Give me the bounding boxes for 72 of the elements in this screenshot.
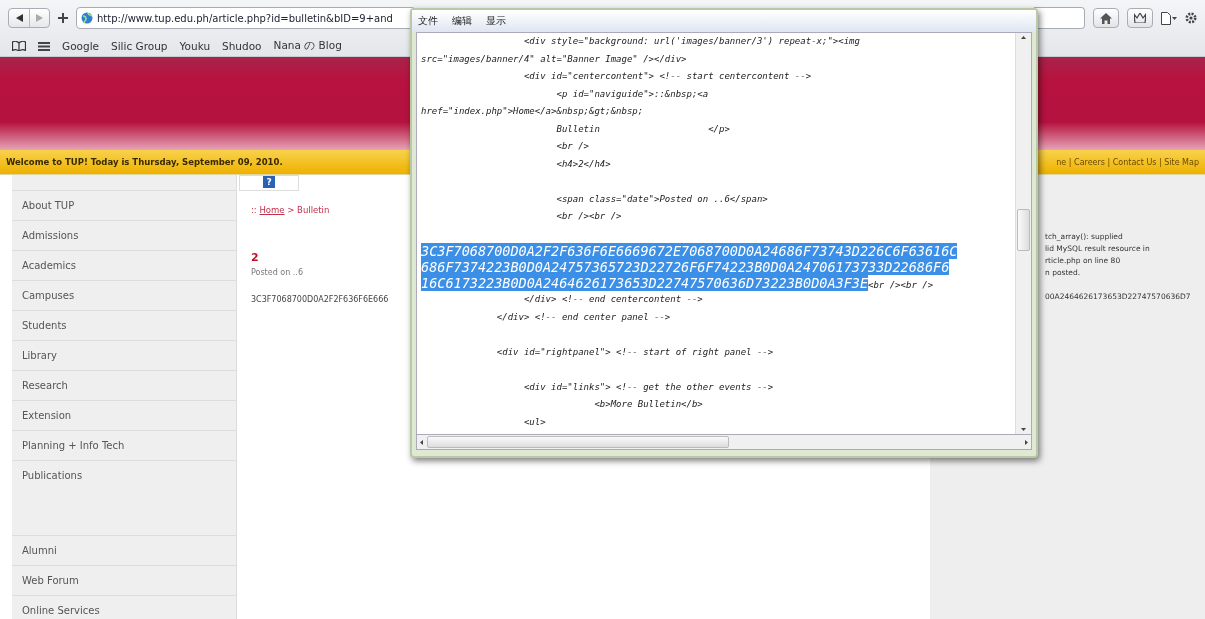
home-icon [1100,12,1112,24]
sidebar-item[interactable]: Research [12,370,236,400]
list-icon[interactable] [38,41,50,51]
code-line: <p id="naviguide">::&nbsp;<a [555,87,710,101]
code-line: <br /> [555,140,590,153]
sidebar-item[interactable]: Admissions [12,220,236,250]
bookmark-link[interactable]: Shudoo [222,40,262,52]
top-links[interactable]: ne | Careers | Contact Us | Site Map [1056,157,1199,167]
code-line: href="index.php">Home</a>&nbsp;&gt;&nbsp; [421,105,645,118]
code-line: Bulletin </p> [555,122,731,136]
sidebar-item[interactable]: Academics [12,250,236,280]
sidebar-item[interactable]: Planning + Info Tech [12,430,236,460]
back-arrow-icon [15,14,23,22]
scrollbar-thumb[interactable] [1017,209,1030,251]
article-body: 3C3F7068700D0A2F2F636F6E666 [251,295,390,304]
sidebar-item[interactable]: Online Services [12,595,236,619]
page-icon [1161,11,1171,25]
vertical-scrollbar[interactable] [1015,33,1031,434]
settings-icon [1185,12,1197,24]
selected-code: 686F7374223B0D0A24757365723D22726F6F74223B0D0A24706173733D22686F6 [421,259,950,275]
bookmark-link[interactable]: Google [62,40,100,52]
menu-item[interactable]: 编辑 [452,14,472,28]
code-line: </div> <!-- end centercontent --> [522,293,704,306]
home-button[interactable] [1093,8,1119,28]
code-line: <h4>2</h4> [555,157,612,171]
code-line: <br /><br /> [555,210,623,223]
page-menu-button[interactable] [1161,11,1177,25]
selected-code: 3C3F7068700D0A2F2F636F6E6669672E7068700D0A24686F73743D226C6F63616C [421,243,958,259]
forward-arrow-icon [36,14,43,22]
crown-icon [1134,13,1146,23]
sidebar-item[interactable]: About TUP [12,190,236,220]
sidebar-item[interactable]: Alumni [12,535,236,565]
code-line: <span class="date">Posted on ..6</span> [555,192,769,206]
bookmark-link[interactable]: Silic Group [111,40,168,52]
menu-item[interactable]: 显示 [486,14,506,28]
sidebar-item[interactable]: Publications [12,460,236,490]
code-line: <div id="links"> <!-- get the other events --> [522,380,775,394]
search-field[interactable] [1034,7,1085,29]
welcome-text: Welcome to TUP! Today is Thursday, September 09, 2010. [6,157,283,167]
sidebar-item[interactable]: Students [12,310,236,340]
globe-icon [81,12,93,24]
sidebar-item[interactable]: Campuses [12,280,236,310]
scroll-down-icon [1021,428,1026,431]
broken-image-icon: ? [263,176,275,188]
code-line: <div id="centercontent"> <!-- start centercontent --> [522,70,813,83]
sidebar-item[interactable]: Library [12,340,236,370]
home-link[interactable]: Home [259,205,285,215]
bookmark-link[interactable]: Nana の Blog [273,39,342,53]
posted-date: Posted on ..6 [251,268,304,277]
code-line: <div id="rightpanel"> <!-- start of right panel --> [495,345,775,359]
url-text: http://www.tup.edu.ph/article.php?id=bulletin&bID=9+and [97,12,393,24]
scroll-left-icon [420,439,423,445]
crown-button[interactable] [1127,8,1153,28]
settings-button[interactable] [1185,12,1197,24]
code-line: src="images/banner/4" alt="Banner Image" /></div> [421,52,688,66]
code-line: <div style="background: url('images/banner/3') repeat-x;"><img [522,35,861,48]
code-line: <b>More Bulletin</b> [593,398,704,411]
code-line: <br /><br /> [868,280,934,290]
code-line: <ul> [522,415,547,429]
bookmark-link[interactable]: Youku [179,40,211,52]
add-button[interactable] [58,13,68,23]
plus-icon [58,13,68,23]
scrollbar-thumb[interactable] [427,436,729,448]
horizontal-scrollbar[interactable] [416,435,1032,450]
menu-item[interactable]: 文件 [418,14,438,28]
book-icon[interactable] [12,41,26,51]
scroll-right-icon [1025,439,1028,445]
scroll-up-icon [1021,36,1026,39]
caret-icon [1172,16,1177,20]
sidebar-item[interactable]: Web Forum [12,565,236,595]
code-line: </div> <!-- end center panel --> [495,310,672,324]
sidebar-item[interactable]: Extension [12,400,236,430]
